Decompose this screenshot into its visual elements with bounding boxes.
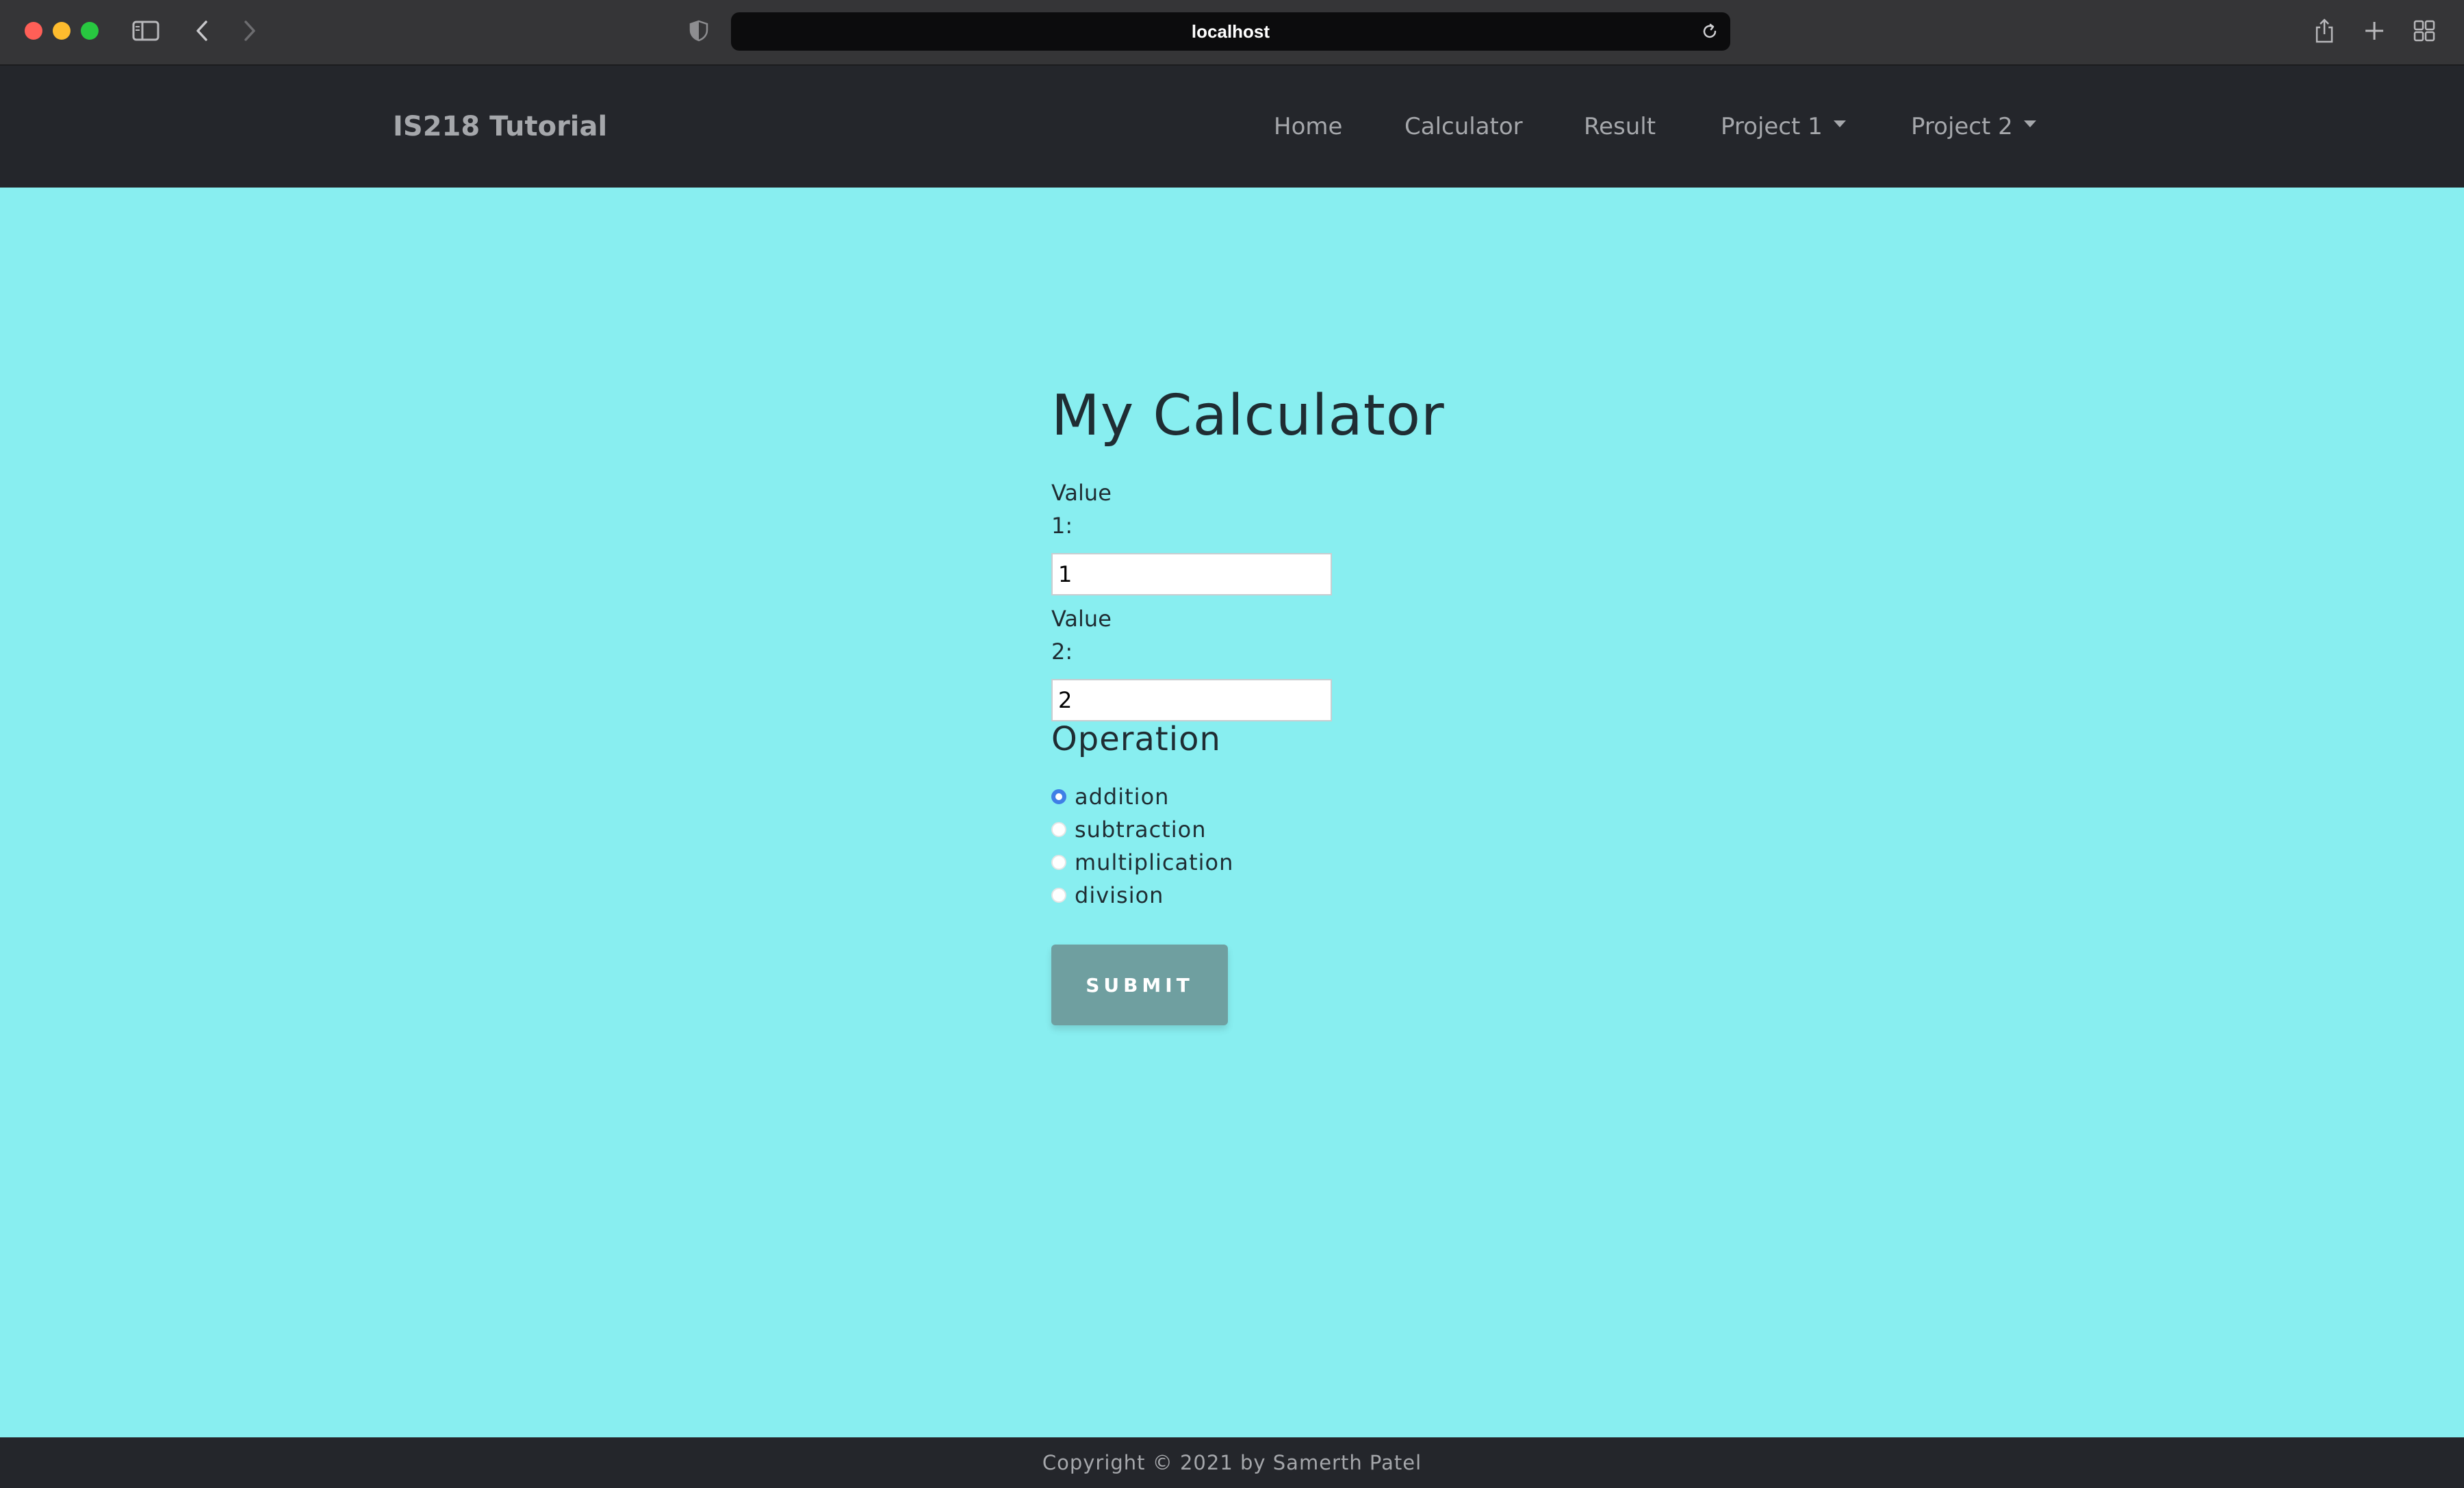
caret-down-icon (2023, 120, 2036, 127)
nav-dropdown-project-1[interactable]: Project 1 (1721, 66, 1846, 188)
radio-button[interactable] (1051, 855, 1066, 870)
forward-icon[interactable] (240, 15, 260, 47)
privacy-shield-icon[interactable] (687, 15, 710, 47)
radio-button[interactable] (1051, 822, 1066, 837)
nav-item-home[interactable]: Home (1274, 66, 1342, 188)
sidebar-icon[interactable] (130, 15, 162, 47)
radio-label: addition (1075, 784, 1170, 810)
operation-option-division[interactable]: division (1051, 879, 1164, 912)
operation-option-addition[interactable]: addition (1051, 780, 1169, 813)
page-title: My Calculator (1051, 383, 1445, 448)
back-icon[interactable] (192, 15, 212, 47)
zoom-window-button[interactable] (81, 22, 99, 40)
operation-heading: Operation (1051, 720, 1221, 758)
value-1-input[interactable] (1051, 553, 1332, 595)
nav-item-label: Result (1584, 113, 1656, 140)
nav-item-label: Calculator (1404, 113, 1523, 140)
new-tab-icon[interactable] (2363, 15, 2386, 47)
nav-item-label: Project 1 (1721, 113, 1823, 140)
site-navbar: IS218 Tutorial Home Calculator Result Pr… (0, 66, 2464, 188)
value-1-label: Value 1: (1051, 480, 1112, 539)
operation-option-multiplication[interactable]: multiplication (1051, 846, 1233, 879)
tab-overview-icon[interactable] (2412, 15, 2437, 47)
value-2-input[interactable] (1051, 679, 1332, 721)
operation-option-subtraction[interactable]: subtraction (1051, 813, 1206, 846)
radio-button[interactable] (1051, 888, 1066, 903)
radio-button-selected[interactable] (1051, 789, 1066, 804)
minimize-window-button[interactable] (53, 22, 70, 40)
address-bar[interactable]: localhost (731, 12, 1730, 51)
copyright-text: Copyright © 2021 by Samerth Patel (1042, 1451, 1422, 1474)
submit-button[interactable]: SUBMIT (1051, 945, 1228, 1025)
nav-item-calculator[interactable]: Calculator (1404, 66, 1523, 188)
reload-icon[interactable] (1700, 22, 1719, 44)
close-window-button[interactable] (25, 22, 42, 40)
page-footer: Copyright © 2021 by Samerth Patel (0, 1437, 2464, 1488)
radio-label: multiplication (1075, 849, 1234, 875)
nav-item-result[interactable]: Result (1584, 66, 1656, 188)
value-2-label: Value 2: (1051, 606, 1112, 665)
share-icon[interactable] (2312, 15, 2337, 47)
nav-item-label: Project 2 (1911, 113, 2013, 140)
nav-item-label: Home (1274, 113, 1343, 140)
radio-label: division (1075, 882, 1164, 908)
caret-down-icon (1833, 120, 1846, 127)
browser-toolbar: localhost (0, 0, 2464, 66)
navbar-brand[interactable]: IS218 Tutorial (393, 66, 607, 188)
radio-label: subtraction (1075, 817, 1207, 843)
url-text: localhost (1191, 21, 1270, 42)
nav-dropdown-project-2[interactable]: Project 2 (1911, 66, 2036, 188)
